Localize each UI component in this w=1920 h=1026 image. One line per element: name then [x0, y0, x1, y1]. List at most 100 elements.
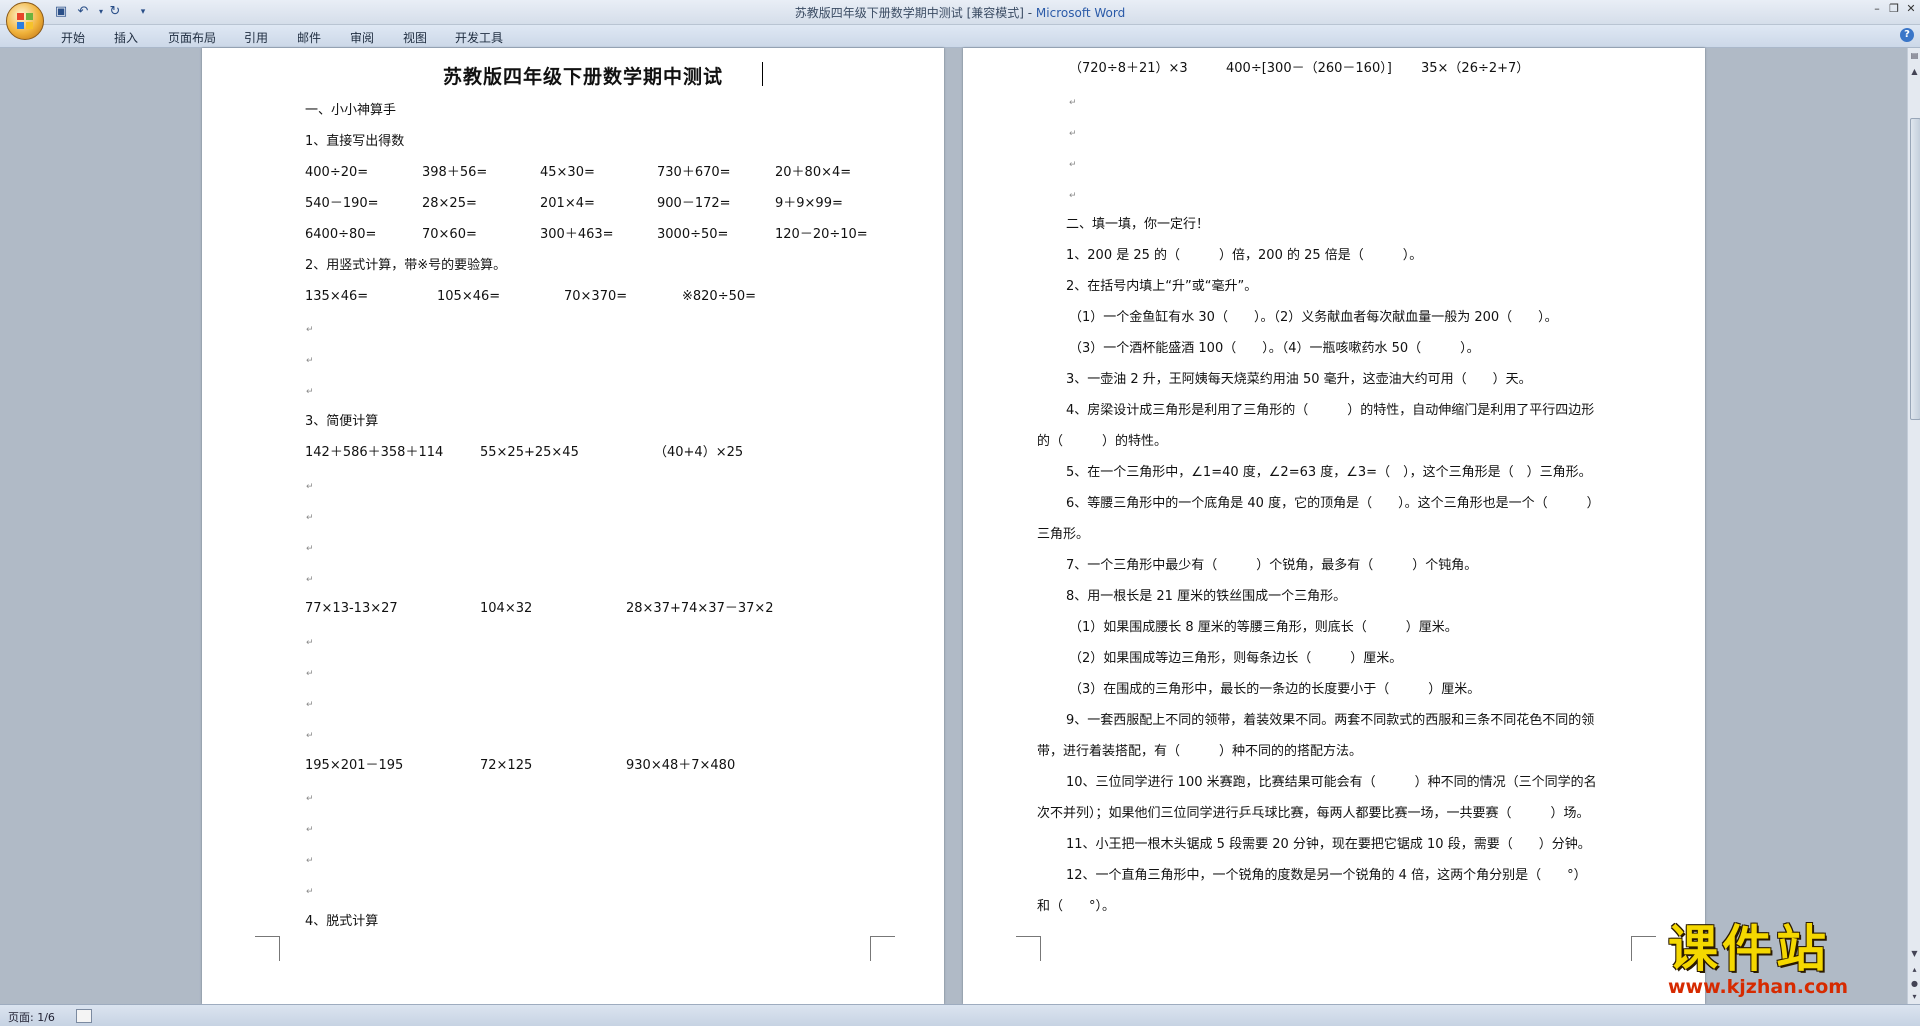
- calc-item: 398＋56=: [422, 165, 488, 180]
- calc-item: 72×125: [480, 758, 533, 773]
- calc-item: ※820÷50=: [682, 289, 757, 304]
- calc-item: 900－172=: [657, 196, 731, 211]
- document-page-1[interactable]: 苏教版四年级下册数学期中测试 一、小小神算手 1、直接写出得数 400÷20= …: [202, 48, 944, 1004]
- calc-item: 35×（26÷2+7）: [1421, 61, 1530, 76]
- paragraph-mark: ↵: [306, 638, 314, 648]
- calc-item: 3000÷50=: [657, 227, 729, 242]
- calc-item: 300＋463=: [540, 227, 614, 242]
- browse-object-icon[interactable]: ●: [1909, 978, 1920, 989]
- paragraph-mark: ↵: [306, 669, 314, 679]
- question-text: 8、用一根长是 21 厘米的铁丝围成一个三角形。: [1066, 589, 1347, 604]
- question-heading: 3、简便计算: [305, 414, 379, 429]
- calc-item: （40+4）×25: [654, 445, 744, 460]
- paragraph-mark: ↵: [306, 325, 314, 335]
- question-text: 的（ ）的特性。: [1037, 434, 1168, 449]
- calc-item: 400÷[300－（260－160）]: [1226, 61, 1392, 76]
- calc-item: 9＋9×99=: [775, 196, 843, 211]
- paragraph-mark: ↵: [306, 700, 314, 710]
- calc-item: 105×46=: [437, 289, 501, 304]
- paragraph-mark: ↵: [306, 513, 314, 523]
- calc-item: 28×25=: [422, 196, 477, 211]
- site-watermark: 课件站 www.kjzhan.com: [1668, 919, 1848, 999]
- previous-page-icon[interactable]: ▴: [1909, 964, 1920, 975]
- paragraph-mark: ↵: [306, 825, 314, 835]
- calc-item: 400÷20=: [305, 165, 369, 180]
- title-bar: ▣ ↶ ▾ ↻ ▾ 苏教版四年级下册数学期中测试 [兼容模式] - Micros…: [0, 0, 1920, 25]
- next-page-icon[interactable]: ▾: [1909, 991, 1920, 1002]
- paragraph-mark: ↵: [1069, 160, 1077, 170]
- margin-corner-mark: [255, 936, 280, 961]
- question-text: （1）如果围成腰长 8 厘米的等腰三角形，则底长（ ）厘米。: [1069, 620, 1458, 635]
- ribbon-tabs: 开始 插入 页面布局 引用 邮件 审阅 视图 开发工具 ?: [0, 25, 1920, 48]
- paragraph-mark: ↵: [306, 887, 314, 897]
- calc-item: 55×25+25×45: [480, 445, 579, 460]
- office-button[interactable]: [6, 2, 44, 40]
- question-text: 6、等腰三角形中的一个底角是 40 度，它的顶角是（ ）。这个三角形也是一个（ …: [1066, 496, 1600, 511]
- calc-item: 540－190=: [305, 196, 379, 211]
- minimize-icon[interactable]: –: [1868, 2, 1886, 16]
- question-text: 4、房梁设计成三角形是利用了三角形的（ ）的特性，自动伸缩门是利用了平行四边形: [1066, 403, 1595, 418]
- document-page-2[interactable]: （720÷8＋21）×3 400÷[300－（260－160）] 35×（26÷…: [963, 48, 1705, 1004]
- margin-corner-mark: [870, 936, 895, 961]
- tab-home[interactable]: 开始: [61, 29, 85, 46]
- calc-item: （720÷8＋21）×3: [1069, 61, 1188, 76]
- calc-item: 28×37+74×37－37×2: [626, 601, 774, 616]
- calc-item: 20＋80×4=: [775, 165, 852, 180]
- tab-developer[interactable]: 开发工具: [455, 29, 503, 46]
- paragraph-mark: ↵: [1069, 98, 1077, 108]
- help-icon[interactable]: ?: [1900, 28, 1914, 42]
- question-text: 11、小王把一根木头锯成 5 段需要 20 分钟，现在要把它锯成 10 段，需要…: [1066, 837, 1591, 852]
- question-text: （2）如果围成等边三角形，则每条边长（ ）厘米。: [1069, 651, 1403, 666]
- question-text: 9、一套西服配上不同的领带，着装效果不同。两套不同款式的西服和三条不同花色不同的…: [1066, 713, 1595, 728]
- calc-item: 730＋670=: [657, 165, 731, 180]
- calc-item: 70×60=: [422, 227, 477, 242]
- tab-view[interactable]: 视图: [403, 29, 427, 46]
- calc-item: 77×13-13×27: [305, 601, 398, 616]
- close-icon[interactable]: ✕: [1902, 2, 1920, 16]
- section-heading: 一、小小神算手: [305, 103, 397, 118]
- paragraph-mark: ↵: [306, 387, 314, 397]
- tab-page-layout[interactable]: 页面布局: [168, 29, 216, 46]
- question-heading: 2、用竖式计算，带※号的要验算。: [305, 258, 507, 273]
- status-bar: 页面: 1/6: [0, 1004, 1920, 1026]
- paragraph-mark: ↵: [306, 356, 314, 366]
- calc-item: 45×30=: [540, 165, 595, 180]
- question-text: 和（ °）。: [1037, 899, 1116, 914]
- question-text: 三角形。: [1037, 527, 1090, 542]
- question-text: 2、在括号内填上“升”或“毫升”。: [1066, 279, 1258, 294]
- calc-item: 104×32: [480, 601, 533, 616]
- paragraph-mark: ↵: [306, 856, 314, 866]
- section-heading: 二、填一填，你一定行！: [1066, 217, 1210, 232]
- question-text: 12、一个直角三角形中，一个锐角的度数是另一个锐角的 4 倍，这两个角分别是（ …: [1066, 868, 1587, 883]
- question-text: （1）一个金鱼缸有水 30（ ）。（2）义务献血者每次献血量一般为 200（ ）…: [1069, 310, 1558, 325]
- paragraph-mark: ↵: [306, 544, 314, 554]
- document-title: 苏教版四年级下册数学期中测试: [443, 66, 724, 88]
- paragraph-mark: ↵: [1069, 129, 1077, 139]
- vertical-scrollbar[interactable]: ▤ ▲ ▼ ▴ ● ▾: [1907, 48, 1920, 1004]
- question-text: 3、一壶油 2 升，王阿姨每天烧菜约用油 50 毫升，这壶油大约可用（ ）天。: [1066, 372, 1532, 387]
- tab-insert[interactable]: 插入: [114, 29, 138, 46]
- scroll-up-icon[interactable]: ▲: [1909, 66, 1920, 77]
- question-text: 1、200 是 25 的（ ）倍，200 的 25 倍是（ ）。: [1066, 248, 1423, 263]
- watermark-logo-text: 课件站: [1668, 919, 1830, 978]
- tab-references[interactable]: 引用: [244, 29, 268, 46]
- scrollbar-thumb[interactable]: [1910, 118, 1920, 420]
- restore-icon[interactable]: ❐: [1885, 2, 1903, 16]
- tab-mailings[interactable]: 邮件: [297, 29, 321, 46]
- margin-corner-mark: [1631, 936, 1656, 961]
- office-logo-icon: [17, 13, 33, 29]
- question-text: 次不并列）；如果他们三位同学进行乒乓球比赛，每两人都要比赛一场，一共要赛（ ）场…: [1037, 806, 1590, 821]
- calc-item: 135×46=: [305, 289, 369, 304]
- paragraph-mark: ↵: [306, 794, 314, 804]
- scroll-down-icon[interactable]: ▼: [1909, 948, 1920, 959]
- calc-item: 930×48＋7×480: [626, 758, 736, 773]
- ruler-toggle-icon[interactable]: ▤: [1909, 50, 1920, 61]
- tab-review[interactable]: 审阅: [350, 29, 374, 46]
- paragraph-mark: ↵: [1069, 191, 1077, 201]
- page-indicator[interactable]: 页面: 1/6: [8, 1009, 55, 1025]
- question-text: 5、在一个三角形中，∠1=40 度，∠2=63 度，∠3=（ ），这个三角形是（…: [1066, 465, 1592, 480]
- calc-item: 142＋586＋358＋114: [305, 445, 444, 460]
- question-heading: 4、脱式计算: [305, 914, 379, 929]
- proofing-status-icon[interactable]: [76, 1009, 92, 1023]
- margin-corner-mark: [1016, 936, 1041, 961]
